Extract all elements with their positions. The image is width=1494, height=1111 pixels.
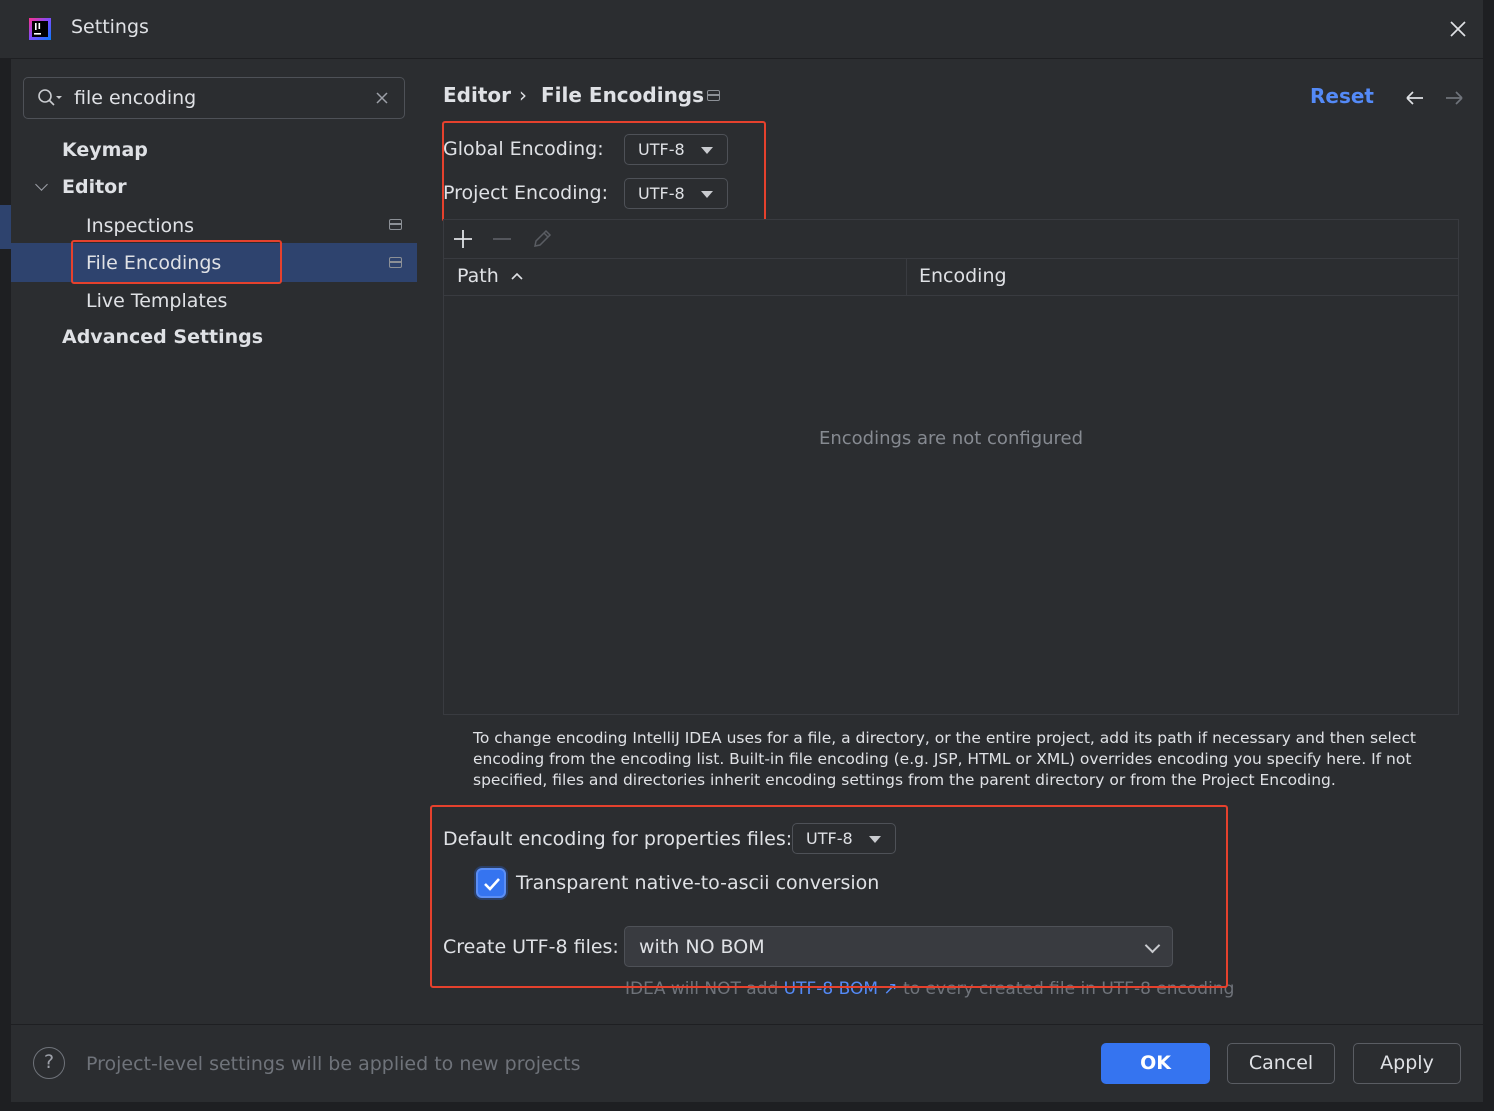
column-header-path[interactable]: Path (457, 265, 499, 287)
highlight-box-sidebar (71, 240, 282, 284)
highlight-box-properties (430, 805, 1228, 988)
breadcrumb-separator: › (519, 83, 527, 107)
edit-icon[interactable] (531, 228, 553, 250)
search-icon (38, 89, 62, 106)
sidebar-item-live-templates[interactable]: Live Templates (86, 290, 227, 312)
window-edge-bottom (0, 1102, 1494, 1111)
remove-icon[interactable] (491, 228, 513, 250)
intellij-app-icon (29, 18, 51, 40)
add-icon[interactable] (452, 228, 474, 250)
chevron-down-icon[interactable] (35, 178, 48, 191)
clear-search-icon[interactable] (374, 90, 390, 106)
table-toolbar (444, 220, 1458, 259)
title-separator (11, 58, 1483, 59)
window-title: Settings (71, 16, 149, 38)
selection-marker (0, 205, 11, 249)
highlight-box-encodings (442, 121, 766, 222)
apply-button[interactable]: Apply (1353, 1043, 1461, 1084)
project-settings-icon (707, 90, 720, 101)
empty-table-message: Encodings are not configured (818, 428, 1084, 449)
close-icon[interactable] (1447, 18, 1469, 40)
ok-button[interactable]: OK (1101, 1043, 1210, 1084)
settings-search[interactable] (23, 77, 405, 119)
window-edge-right (1483, 0, 1494, 1111)
reset-button[interactable]: Reset (1310, 84, 1374, 108)
sidebar-item-editor[interactable]: Editor (62, 176, 127, 198)
sidebar-item-inspections[interactable]: Inspections (86, 215, 194, 237)
encoding-help-text: To change encoding IntelliJ IDEA uses fo… (473, 729, 1417, 789)
footer-separator (11, 1024, 1483, 1025)
breadcrumb-editor[interactable]: Editor (443, 83, 511, 107)
help-button[interactable]: ? (33, 1047, 65, 1079)
table-header: Path Encoding (444, 258, 1458, 296)
cancel-button[interactable]: Cancel (1227, 1043, 1335, 1084)
title-bar (0, 0, 1494, 58)
search-input[interactable] (74, 78, 364, 118)
encodings-table: Path Encoding Encodings are not configur… (443, 219, 1459, 715)
back-arrow-icon[interactable] (1404, 88, 1426, 108)
column-separator[interactable] (906, 258, 907, 295)
forward-arrow-icon[interactable] (1443, 88, 1465, 108)
footer-message: Project-level settings will be applied t… (86, 1053, 581, 1075)
project-settings-icon (389, 219, 402, 230)
sidebar-item-keymap[interactable]: Keymap (62, 139, 148, 161)
column-header-encoding[interactable]: Encoding (919, 265, 1007, 287)
sort-ascending-icon[interactable] (510, 270, 524, 282)
sidebar-item-advanced-settings[interactable]: Advanced Settings (62, 326, 263, 348)
project-settings-icon (389, 257, 402, 268)
breadcrumb-current: File Encodings (541, 83, 705, 107)
